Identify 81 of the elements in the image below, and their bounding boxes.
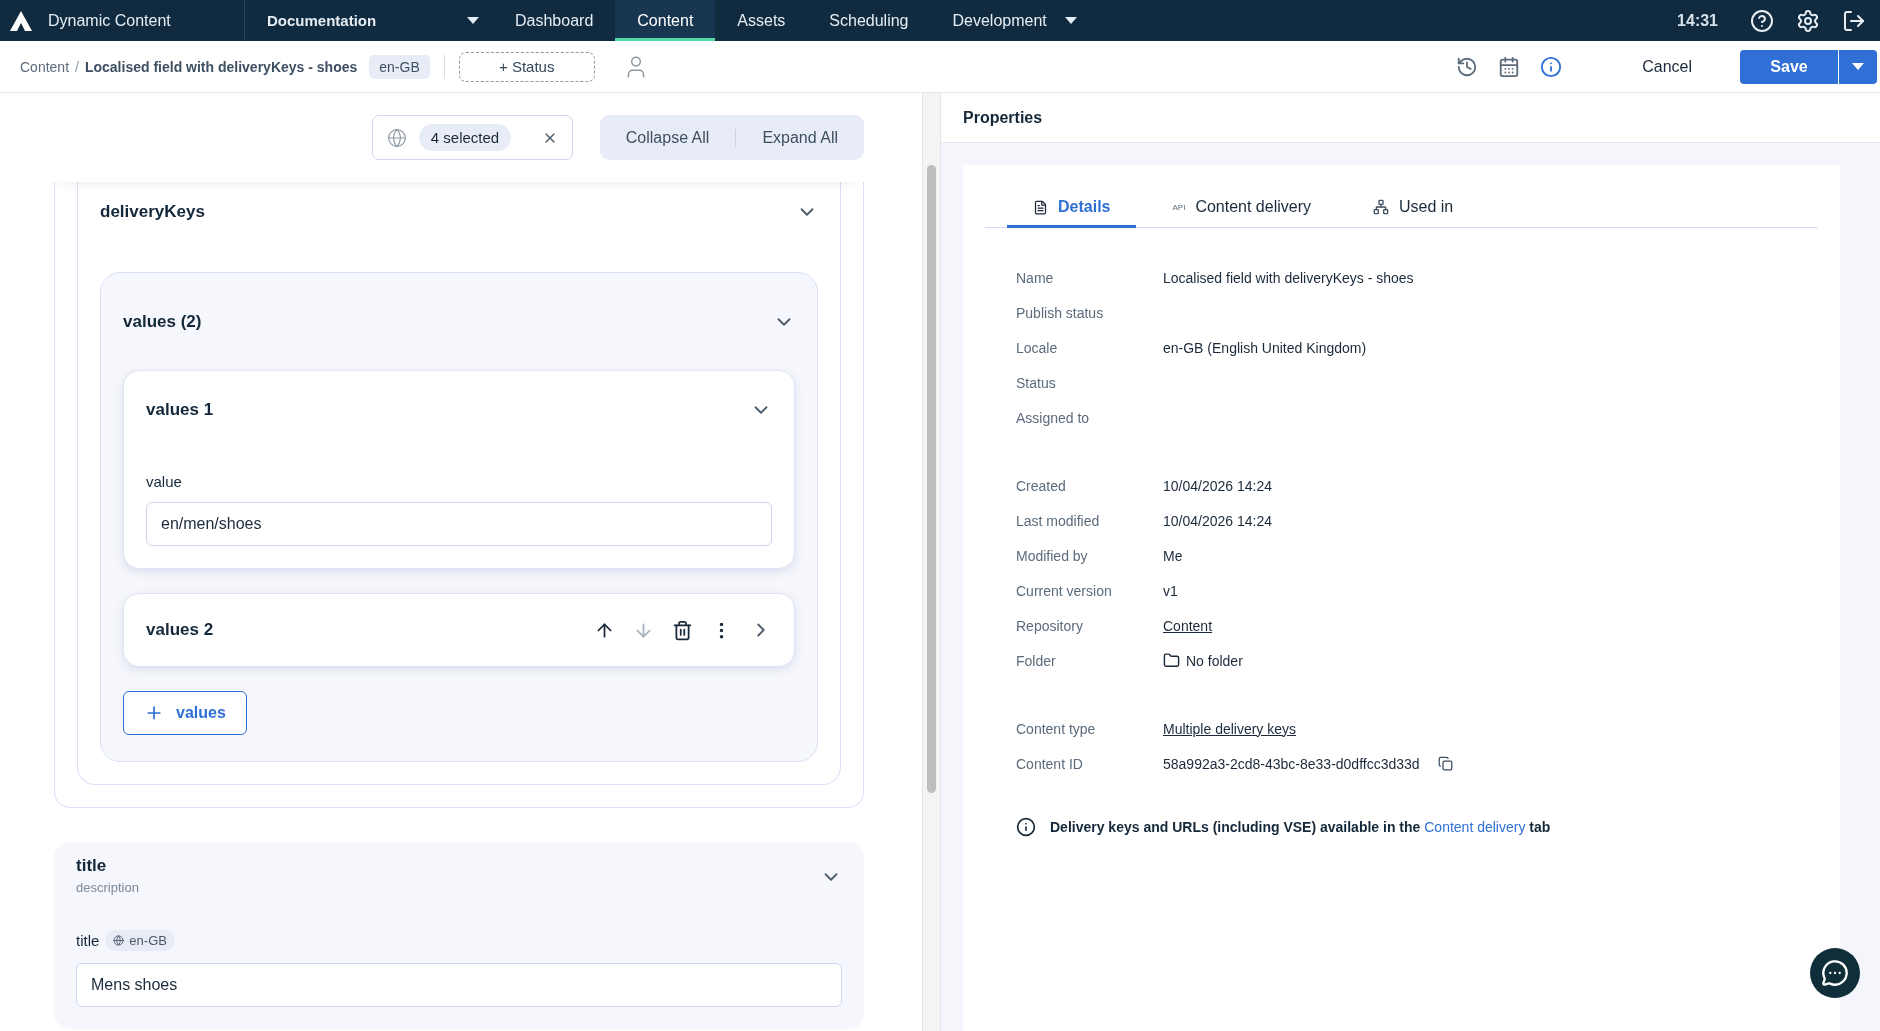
item-title: values 2 xyxy=(146,620,214,640)
panel-tab[interactable]: Details xyxy=(1007,189,1137,228)
info-icon[interactable] xyxy=(1540,55,1563,78)
add-values-button[interactable]: values xyxy=(123,691,247,735)
scrollbar-thumb[interactable] xyxy=(927,165,936,793)
info-note: Delivery keys and URLs (including VSE) available in the Content delivery tab xyxy=(1050,819,1551,835)
property-value: Me xyxy=(1163,547,1183,564)
property-label: Last modified xyxy=(1016,512,1101,529)
title-input[interactable]: Mens shoes xyxy=(76,963,842,1007)
property-label: Name xyxy=(1016,269,1055,286)
property-value: en-GB (English United Kingdom) xyxy=(1163,339,1367,356)
field-label: title xyxy=(76,932,100,949)
locale-selector[interactable]: 4 selected xyxy=(371,115,573,160)
logo-icon xyxy=(10,10,32,31)
hierarchy-icon xyxy=(1373,199,1389,215)
property-value: 10/04/2026 14:24 xyxy=(1163,512,1272,529)
locale-badge: en-GB xyxy=(369,54,430,79)
property-label: Folder xyxy=(1016,652,1057,669)
api-icon: API xyxy=(1172,202,1186,212)
hub-dropdown[interactable]: Documentation xyxy=(245,0,493,41)
value-input[interactable]: en/men/shoes xyxy=(146,502,772,546)
breadcrumb-link[interactable]: Content xyxy=(20,58,70,75)
logout-icon[interactable] xyxy=(1842,8,1866,33)
nav-tab[interactable]: Scheduling xyxy=(807,0,931,41)
item-title: values 1 xyxy=(146,400,214,420)
trash-icon[interactable] xyxy=(672,619,693,641)
document-icon xyxy=(1033,199,1048,215)
panel-title: Properties xyxy=(963,108,1043,127)
globe-icon xyxy=(113,935,125,946)
field-title: deliveryKeys xyxy=(100,202,205,222)
history-icon[interactable] xyxy=(1456,55,1479,78)
expand-all-button[interactable]: Expand All xyxy=(735,128,864,147)
info-icon xyxy=(1016,817,1036,837)
globe-icon xyxy=(386,127,407,148)
help-icon[interactable] xyxy=(1750,8,1774,33)
selected-count: 4 selected xyxy=(418,124,512,151)
property-label: Repository xyxy=(1016,617,1084,634)
cancel-button[interactable]: Cancel xyxy=(1582,57,1720,76)
property-value: v1 xyxy=(1163,582,1178,599)
property-label: Publish status xyxy=(1016,304,1105,321)
nav-tab[interactable]: Development xyxy=(930,0,1099,41)
calendar-icon[interactable] xyxy=(1498,55,1521,78)
chat-icon xyxy=(1821,959,1849,987)
caret-icon xyxy=(467,16,479,25)
breadcrumb-current: Localised field with deliveryKeys - shoes xyxy=(84,58,358,75)
content-delivery-link[interactable]: Content delivery xyxy=(1424,819,1526,835)
nav-tab[interactable]: Assets xyxy=(715,0,808,41)
caret-icon xyxy=(1852,63,1864,70)
field-title: title xyxy=(76,856,107,875)
copy-icon[interactable] xyxy=(1437,756,1453,771)
property-label: Locale xyxy=(1016,339,1059,356)
nav-tab[interactable]: Dashboard xyxy=(493,0,616,41)
save-options-button[interactable] xyxy=(1838,49,1877,84)
property-label: Content ID xyxy=(1016,755,1084,772)
property-label: Content type xyxy=(1016,720,1097,737)
settings-icon[interactable] xyxy=(1796,8,1820,33)
property-link[interactable]: Multiple delivery keys xyxy=(1163,720,1297,737)
property-label: Created xyxy=(1016,477,1067,494)
property-label: Status xyxy=(1016,374,1057,391)
folder-icon xyxy=(1163,652,1180,669)
save-button[interactable]: Save xyxy=(1740,49,1838,84)
status-button[interactable]: + Status xyxy=(458,51,595,82)
field-label: value xyxy=(146,473,182,490)
locale-badge: en-GB xyxy=(105,930,175,951)
property-value: No folder xyxy=(1186,652,1243,669)
property-value: 58a992a3-2cd8-43bc-8e33-d0dffcc3d33d xyxy=(1163,755,1420,772)
breadcrumb-separator: / xyxy=(75,58,79,75)
field-description: description xyxy=(76,880,139,895)
collapse-all-button[interactable]: Collapse All xyxy=(599,128,736,147)
property-value: Localised field with deliveryKeys - shoes xyxy=(1163,269,1414,286)
nav-tab[interactable]: Content xyxy=(615,0,716,41)
property-label: Assigned to xyxy=(1016,409,1091,426)
panel-tab[interactable]: API Content delivery xyxy=(1146,189,1337,228)
property-label: Modified by xyxy=(1016,547,1089,564)
app-name: Dynamic Content xyxy=(48,11,171,30)
property-label: Current version xyxy=(1016,582,1113,599)
property-link[interactable]: Content xyxy=(1163,617,1213,634)
property-value: 10/04/2026 14:24 xyxy=(1163,477,1272,494)
list-title: values (2) xyxy=(123,311,202,332)
panel-tab[interactable]: Used in xyxy=(1347,189,1480,228)
clock-time: 14:31 xyxy=(1677,11,1718,30)
